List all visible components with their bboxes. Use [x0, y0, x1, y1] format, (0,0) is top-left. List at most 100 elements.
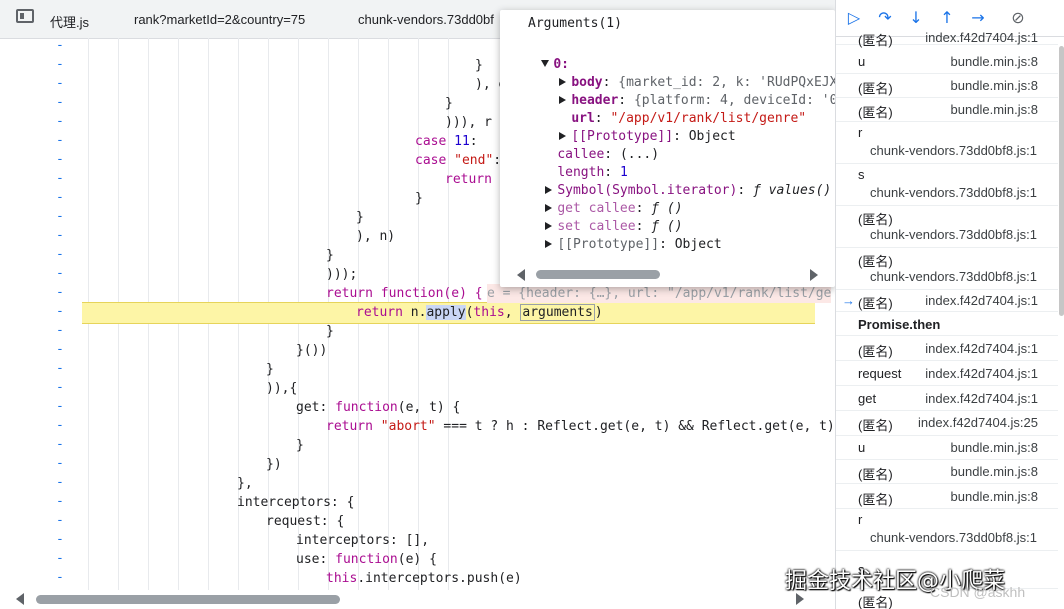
prop-prototype-row[interactable]: [[Prototype]]: Object — [528, 110, 736, 144]
call-frame-location[interactable]: chunk-vendors.73dd0bf8.js:1 — [870, 227, 1037, 242]
call-frame-location[interactable]: chunk-vendors.73dd0bf8.js:1 — [870, 269, 1037, 284]
code-line: this.interceptors.push(e) — [326, 571, 522, 586]
call-frame-location[interactable]: bundle.min.js:8 — [951, 489, 1038, 504]
code-line: ))), r — [445, 115, 492, 130]
step-icon[interactable]: → — [968, 8, 988, 28]
line-marker: - — [56, 361, 64, 376]
call-frame[interactable]: (匿名) bundle.min.js:8 — [836, 73, 1058, 98]
code-line: } — [326, 324, 334, 339]
call-frame-location[interactable]: chunk-vendors.73dd0bf8.js:1 — [870, 185, 1037, 200]
line-marker: - — [56, 95, 64, 110]
call-frame[interactable]: (匿名) index.f42d7404.js:1 — [836, 30, 1058, 48]
prop-body-row[interactable]: body: {market_id: 2, k: 'RUdPQxEJX1lBWk — [528, 56, 835, 90]
call-frame[interactable]: (匿名) bundle.min.js:8 — [836, 97, 1058, 122]
prop-symbol-iterator-row[interactable]: Symbol(Symbol.iterator): ƒ values() — [514, 164, 831, 198]
call-frame-name: (匿名) — [858, 104, 893, 120]
current-frame-arrow-icon: → — [842, 292, 855, 308]
call-frame[interactable]: (匿名) → index.f42d7404.js:1 — [836, 289, 1058, 312]
arguments-popover[interactable]: Arguments(1) 0: body: {market_id: 2, k: … — [500, 10, 835, 287]
prop-prototype-2-row[interactable]: [[Prototype]]: Object — [514, 218, 722, 252]
prop-callee-row[interactable]: callee: (...) — [526, 128, 659, 162]
code-line: ), n) — [356, 229, 396, 244]
prop-value: Object — [688, 129, 736, 144]
call-frame-name: (匿名) — [858, 491, 893, 507]
line-marker: - — [56, 152, 64, 167]
call-frame-location[interactable]: bundle.min.js:8 — [951, 464, 1038, 479]
line-marker: - — [56, 380, 64, 395]
tab-rank[interactable]: rank?marketId=2&country=75 — [134, 12, 305, 27]
call-frame-location[interactable]: index.f42d7404.js:1 — [925, 293, 1038, 308]
call-frame-location[interactable]: index.f42d7404.js:1 — [925, 366, 1038, 381]
step-into-icon[interactable]: ↓ — [906, 8, 926, 28]
call-frame-location[interactable]: index.f42d7404.js:1 — [925, 30, 1038, 45]
call-frame[interactable]: u bundle.min.js:8 — [836, 435, 1058, 460]
prop-get-callee-row[interactable]: get callee: ƒ () — [514, 182, 683, 216]
call-frame[interactable]: r chunk-vendors.73dd0bf8.js:1 — [836, 508, 1058, 551]
line-marker: - — [56, 171, 64, 186]
call-frame[interactable]: (匿名) chunk-vendors.73dd0bf8.js:1 — [836, 247, 1058, 290]
prop-set-callee-row[interactable]: set callee: ƒ () — [514, 200, 683, 234]
line-marker: - — [56, 475, 64, 490]
prop-value: Object — [674, 237, 722, 252]
call-frame-name: (匿名) — [858, 254, 893, 269]
code-horizontal-scrollbar[interactable] — [0, 590, 835, 609]
code-line: )),{ — [266, 381, 298, 396]
prop-header-row[interactable]: header: {platform: 4, deviceId: '08bac6 — [528, 74, 835, 108]
scroll-thumb[interactable] — [536, 270, 660, 279]
line-marker: - — [56, 38, 64, 53]
line-marker: - — [56, 190, 64, 205]
toggle-navigator-icon[interactable] — [16, 9, 34, 23]
step-over-icon[interactable]: ↷ — [875, 8, 895, 28]
call-frame[interactable]: s chunk-vendors.73dd0bf8.js:1 — [836, 163, 1058, 206]
deactivate-breakpoints-icon[interactable]: ⊘ — [1008, 8, 1028, 28]
popover-horizontal-scrollbar[interactable] — [514, 268, 824, 282]
arg-0-row[interactable]: 0: — [510, 38, 569, 72]
resume-icon[interactable]: ▷ — [844, 8, 864, 28]
call-frame-location[interactable]: bundle.min.js:8 — [951, 102, 1038, 117]
call-frame-name: u — [858, 439, 866, 455]
sidebar-vertical-scrollbar[interactable] — [1058, 36, 1064, 609]
call-frame-location[interactable]: bundle.min.js:8 — [951, 54, 1038, 69]
call-frame[interactable]: (匿名) chunk-vendors.73dd0bf8.js:1 — [836, 205, 1058, 248]
line-marker: - — [56, 266, 64, 281]
line-marker: - — [56, 494, 64, 509]
call-frame[interactable]: (匿名) bundle.min.js:8 — [836, 459, 1058, 484]
call-frame-location[interactable]: bundle.min.js:8 — [951, 440, 1038, 455]
tab-daili-js[interactable]: 代理.js — [50, 12, 89, 31]
collapsed-triangle-icon[interactable] — [545, 240, 553, 248]
call-frame-location[interactable]: index.f42d7404.js:1 — [925, 391, 1038, 406]
line-marker: - — [56, 418, 64, 433]
scroll-left-icon[interactable] — [517, 269, 525, 281]
line-marker: - — [56, 247, 64, 262]
tab-chunk-vendors[interactable]: chunk-vendors.73dd0bf — [358, 12, 494, 27]
step-out-icon[interactable]: ↑ — [937, 8, 957, 28]
call-frame[interactable]: r chunk-vendors.73dd0bf8.js:1 — [836, 121, 1058, 164]
scroll-thumb[interactable] — [36, 595, 340, 604]
line-marker: - — [56, 209, 64, 224]
scroll-thumb[interactable] — [1059, 46, 1064, 316]
call-frame-location[interactable]: index.f42d7404.js:1 — [925, 341, 1038, 356]
call-frame[interactable]: u bundle.min.js:8 — [836, 49, 1058, 74]
code-line: } — [445, 96, 453, 111]
code-line: interceptors: { — [237, 495, 355, 510]
code-line: } — [356, 210, 364, 225]
call-frame[interactable]: get index.f42d7404.js:1 — [836, 386, 1058, 411]
call-frame[interactable]: request index.f42d7404.js:1 — [836, 361, 1058, 386]
call-frame-location[interactable]: index.f42d7404.js:25 — [918, 415, 1038, 430]
scroll-left-icon[interactable] — [16, 593, 24, 605]
call-frame-name: (匿名) — [858, 212, 893, 227]
prop-length-row: length: 1 — [557, 165, 628, 180]
scroll-right-icon[interactable] — [810, 269, 818, 281]
code-line: } — [266, 362, 274, 377]
call-frame[interactable]: (匿名) index.f42d7404.js:1 — [836, 336, 1058, 361]
call-frame[interactable]: (匿名) index.f42d7404.js:25 — [836, 410, 1058, 436]
call-frame[interactable]: (匿名) bundle.min.js:8 — [836, 484, 1058, 509]
call-frame-name: (匿名) — [858, 295, 893, 311]
call-frame-name: Promise.then — [858, 316, 941, 332]
line-marker: - — [56, 285, 64, 300]
call-frame-location[interactable]: chunk-vendors.73dd0bf8.js:1 — [870, 143, 1037, 158]
call-frame-location[interactable]: chunk-vendors.73dd0bf8.js:1 — [870, 530, 1037, 545]
call-frame-location[interactable]: bundle.min.js:8 — [951, 78, 1038, 93]
line-marker: - — [56, 323, 64, 338]
line-marker: - — [56, 551, 64, 566]
